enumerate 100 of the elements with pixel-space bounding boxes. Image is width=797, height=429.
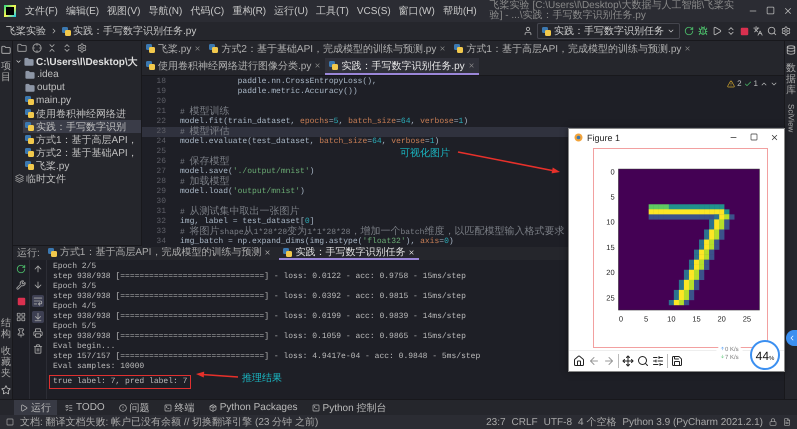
download-icon (720, 354, 725, 359)
status-item[interactable]: 23:7 (486, 416, 506, 428)
close-icon[interactable] (264, 248, 272, 256)
tree-item[interactable]: 临时文件 (13, 172, 141, 185)
tree-item[interactable]: 方式1：基于高层API， (23, 133, 141, 146)
tree-item[interactable]: 使用卷积神经网络进 (23, 107, 141, 120)
menu-item[interactable]: 窗口(W) (396, 3, 438, 19)
user-icon[interactable] (523, 26, 533, 36)
lock-icon (769, 418, 777, 426)
tool-window-button[interactable]: TODO (59, 400, 111, 415)
editor-tab[interactable]: 飞桨.py (142, 41, 206, 58)
pan-icon[interactable] (622, 355, 634, 367)
code-line: paddle.metric.Accuracy()) (236, 87, 358, 97)
line-number: 20 (155, 97, 167, 107)
run-config-dropdown[interactable]: 实践：手写数字识别任务 (537, 23, 680, 39)
maximize-icon[interactable] (750, 133, 758, 141)
menu-item[interactable]: 帮助(H) (440, 3, 480, 19)
menu-item[interactable]: 运行(U) (271, 3, 312, 19)
soft-wrap-icon[interactable] (33, 296, 43, 306)
breadcrumb-item[interactable]: 飞桨实验 (6, 24, 46, 38)
tool-window-button[interactable]: 终端 (158, 400, 201, 415)
editor-tab[interactable]: 使用卷积神经网络进行图像分类.py (142, 58, 326, 75)
status-item[interactable]: UTF-8 (544, 416, 572, 428)
tool-window-button[interactable]: Python 控制台 (306, 400, 392, 415)
axis-tick-label: 15 (692, 314, 701, 324)
run-tab[interactable]: 方式1：基于高层API，完成模型的训练与预测 (44, 246, 276, 260)
tree-item[interactable]: 飞桨.py (23, 159, 141, 172)
pin-icon[interactable] (16, 328, 26, 338)
code-line: model.load('output/mnist') (180, 187, 305, 197)
collapse-icon[interactable] (47, 43, 57, 53)
python-file-icon (48, 248, 57, 256)
editor-tab[interactable]: 方式1：基于高层API，完成模型的训练与预测.py (450, 41, 696, 58)
code-line: # 从测试集中取出一张图片 (180, 207, 300, 217)
console-line: Eval samples: 10000 (53, 362, 144, 372)
arrow-up-icon[interactable] (33, 264, 43, 274)
home-icon[interactable] (573, 355, 585, 367)
console-line: step 938/938 [==============================] - loss: 0.1059 - acc: 0.9865 - 15ms/step (53, 332, 466, 342)
console-line: Epoch 4/5 (53, 302, 96, 312)
menu-item[interactable]: 视图(V) (104, 3, 144, 19)
wrench-icon[interactable] (16, 280, 26, 290)
print-icon[interactable] (33, 328, 43, 338)
tree-item[interactable]: 实践：手写数字识别 (23, 120, 141, 133)
package-icon (208, 404, 217, 412)
rerun-icon[interactable] (684, 26, 694, 36)
editor-tab[interactable]: 方式2：基于基础API，完成模型的训练与预测.py (205, 41, 450, 58)
chevron-right-icon (50, 27, 58, 35)
project-tool-tab[interactable]: 项目 (1, 61, 11, 83)
arrow-down-icon[interactable] (33, 280, 43, 290)
tool-window-button[interactable]: 问题 (112, 400, 156, 415)
tool-tab[interactable]: 收藏夹 (1, 346, 11, 379)
search-icon[interactable] (767, 26, 777, 36)
breadcrumb-item[interactable]: 实践：手写数字识别任务.py (62, 24, 196, 38)
menu-item[interactable]: 重构(R) (229, 3, 270, 19)
tree-item[interactable]: output (23, 81, 141, 94)
trash-icon[interactable] (33, 344, 43, 354)
settings-icon[interactable] (781, 26, 791, 36)
tree-item[interactable]: main.py (23, 94, 141, 107)
line-number: 32 (155, 217, 167, 227)
menu-item[interactable]: 工具(T) (313, 3, 352, 19)
folder-icon (1, 45, 11, 55)
editor-tab[interactable]: 实践：手写数字识别任务.py (325, 58, 479, 75)
status-item[interactable]: CRLF (512, 416, 538, 428)
maximize-icon[interactable] (766, 6, 775, 15)
tool-window-button[interactable]: 运行 (14, 400, 57, 415)
close-icon[interactable] (783, 6, 793, 16)
save-icon[interactable] (671, 355, 683, 367)
debug-icon[interactable] (698, 26, 708, 36)
status-item[interactable]: 4 个空格 (578, 415, 616, 429)
folder-icon[interactable] (17, 43, 27, 53)
menu-item[interactable]: VCS(S) (354, 4, 394, 18)
zoom-icon[interactable] (637, 355, 649, 367)
run-tab[interactable]: 实践：手写数字识别任务 (279, 246, 420, 260)
rerun-icon[interactable] (16, 264, 26, 274)
tree-item[interactable]: 方式2：基于基础API， (23, 146, 141, 159)
translate-icon[interactable] (753, 26, 763, 36)
menu-item[interactable]: 导航(N) (145, 3, 186, 19)
tree-item[interactable]: C:\Users\l\Desktop\大 (13, 55, 141, 68)
code-line: paddle.nn.CrossEntropyLoss(), (236, 77, 377, 87)
tool-tab[interactable]: SciView (786, 104, 796, 132)
tool-tab[interactable]: 数据库 (786, 63, 796, 96)
scroll-to-end-icon[interactable] (33, 312, 43, 322)
close-icon[interactable] (770, 133, 779, 142)
forward-icon[interactable] (603, 355, 615, 367)
tool-window-button[interactable]: Python Packages (202, 400, 304, 415)
tool-tab[interactable]: 结构 (1, 318, 11, 340)
menu-item[interactable]: 文件(F) (22, 3, 61, 19)
menu-item[interactable]: 代码(C) (187, 3, 228, 19)
locate-icon[interactable] (32, 43, 42, 53)
code-line: # 模型训练 (180, 107, 230, 117)
expand-icon[interactable] (62, 43, 72, 53)
passed-count[interactable]: 1 (754, 79, 758, 88)
stop-icon[interactable] (16, 296, 26, 306)
menu-item[interactable]: 编辑(E) (62, 3, 102, 19)
status-item[interactable]: Python 3.9 (PyCharm 2021.2.1) (622, 416, 763, 428)
configure-icon[interactable] (652, 355, 664, 367)
stop-icon[interactable] (740, 26, 749, 36)
layout-icon[interactable] (16, 312, 26, 322)
tree-item[interactable]: .idea (23, 68, 141, 81)
settings-icon[interactable] (77, 43, 87, 53)
warning-count[interactable]: 2 (737, 79, 742, 88)
